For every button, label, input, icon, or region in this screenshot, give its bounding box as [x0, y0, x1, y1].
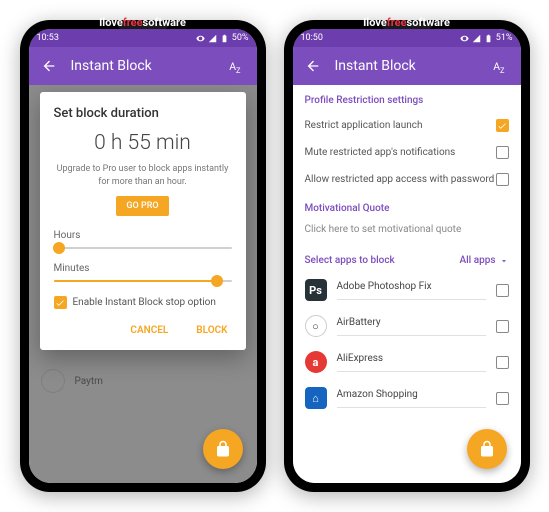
app-icon: ○ [305, 315, 327, 337]
status-bar: 10:50 51% [293, 29, 521, 47]
block-duration-dialog: Set block duration 0 h 55 min Upgrade to… [40, 92, 246, 350]
status-time: 10:50 [301, 33, 323, 43]
hours-slider-label: Hours [54, 230, 232, 241]
back-arrow-icon[interactable] [305, 58, 321, 74]
battery-icon [484, 34, 493, 43]
enable-stop-label: Enable Instant Block stop option [73, 297, 216, 308]
app-icon: ⌂ [305, 387, 327, 409]
status-bar: 10:53 50% [29, 29, 257, 47]
lock-icon [214, 440, 232, 458]
checkbox-checked-icon [496, 119, 509, 132]
setting-label: Allow restricted app access with passwor… [305, 174, 495, 185]
minutes-slider[interactable] [54, 280, 232, 282]
setting-label: Mute restricted app's notifications [305, 147, 456, 158]
svg-text:A: A [493, 60, 500, 73]
appbar-title: Instant Block [335, 58, 477, 74]
svg-text:Z: Z [500, 66, 505, 75]
status-right: 50% [196, 33, 249, 43]
back-arrow-icon[interactable] [41, 58, 57, 74]
watermark: Ilovefreesoftware [99, 16, 186, 29]
quote-section-header: Motivational Quote [293, 193, 521, 220]
setting-row[interactable]: Mute restricted app's notifications [293, 139, 521, 166]
app-name: Amazon Shopping [337, 389, 486, 408]
dialog-title: Set block duration [54, 106, 232, 121]
setting-row[interactable]: Restrict application launch [293, 112, 521, 139]
enable-stop-checkbox-row[interactable]: Enable Instant Block stop option [54, 296, 232, 309]
appbar-title: Instant Block [71, 58, 213, 74]
phone-left: Ilovefreesoftware 10:53 50% Instant Bloc… [20, 20, 266, 492]
go-pro-button[interactable]: GO PRO [116, 196, 168, 216]
status-right: 51% [460, 33, 513, 43]
duration-display: 0 h 55 min [54, 131, 232, 155]
phone-right: Ilovefreesoftware 10:50 51% Instant Bloc… [284, 20, 530, 492]
cancel-button[interactable]: CANCEL [126, 319, 172, 342]
svg-text:A: A [229, 60, 236, 73]
battery-pct: 51% [496, 33, 513, 43]
checkbox-icon [496, 173, 509, 186]
setting-label: Restrict application launch [305, 120, 423, 131]
upgrade-text: Upgrade to Pro user to block apps instan… [54, 163, 232, 188]
minutes-slider-label: Minutes [54, 263, 232, 274]
app-row[interactable]: ○ AirBattery [293, 308, 521, 344]
app-row[interactable]: a AliExpress [293, 344, 521, 380]
lock-fab[interactable] [467, 429, 507, 469]
settings-content: Profile Restriction settings Restrict ap… [293, 85, 521, 483]
checkbox-icon [496, 284, 509, 297]
checkbox-checked-icon [54, 296, 67, 309]
app-bar: Instant Block AZ [293, 47, 521, 85]
checkbox-icon [496, 146, 509, 159]
apps-filter-dropdown[interactable]: All apps [460, 255, 509, 266]
app-icon: a [305, 351, 327, 373]
profile-section-header: Profile Restriction settings [293, 85, 521, 112]
lock-fab[interactable] [203, 429, 243, 469]
checkbox-icon [496, 356, 509, 369]
signal-icon [472, 34, 481, 43]
sort-az-icon[interactable]: AZ [491, 57, 509, 75]
signal-icon [208, 34, 217, 43]
svg-text:Z: Z [236, 66, 241, 75]
quote-hint[interactable]: Click here to set motivational quote [293, 220, 521, 245]
app-name: AirBattery [337, 317, 486, 336]
hours-slider[interactable] [54, 247, 232, 249]
battery-pct: 50% [232, 33, 249, 43]
checkbox-icon [496, 320, 509, 333]
status-time: 10:53 [37, 33, 59, 43]
app-icon: Ps [305, 279, 327, 301]
checkbox-icon [496, 392, 509, 405]
block-button[interactable]: BLOCK [192, 319, 231, 342]
eye-icon [196, 34, 205, 43]
lock-icon [478, 440, 496, 458]
setting-row[interactable]: Allow restricted app access with passwor… [293, 166, 521, 193]
sort-az-icon[interactable]: AZ [227, 57, 245, 75]
eye-icon [460, 34, 469, 43]
watermark: Ilovefreesoftware [363, 16, 450, 29]
app-row[interactable]: Ps Adobe Photoshop Fix [293, 272, 521, 308]
battery-icon [220, 34, 229, 43]
app-row[interactable]: ⌂ Amazon Shopping [293, 380, 521, 416]
select-apps-label: Select apps to block [305, 255, 395, 266]
app-name: Adobe Photoshop Fix [337, 281, 486, 300]
chevron-down-icon [499, 256, 509, 266]
app-name: AliExpress [337, 353, 486, 372]
app-bar: Instant Block AZ [29, 47, 257, 85]
